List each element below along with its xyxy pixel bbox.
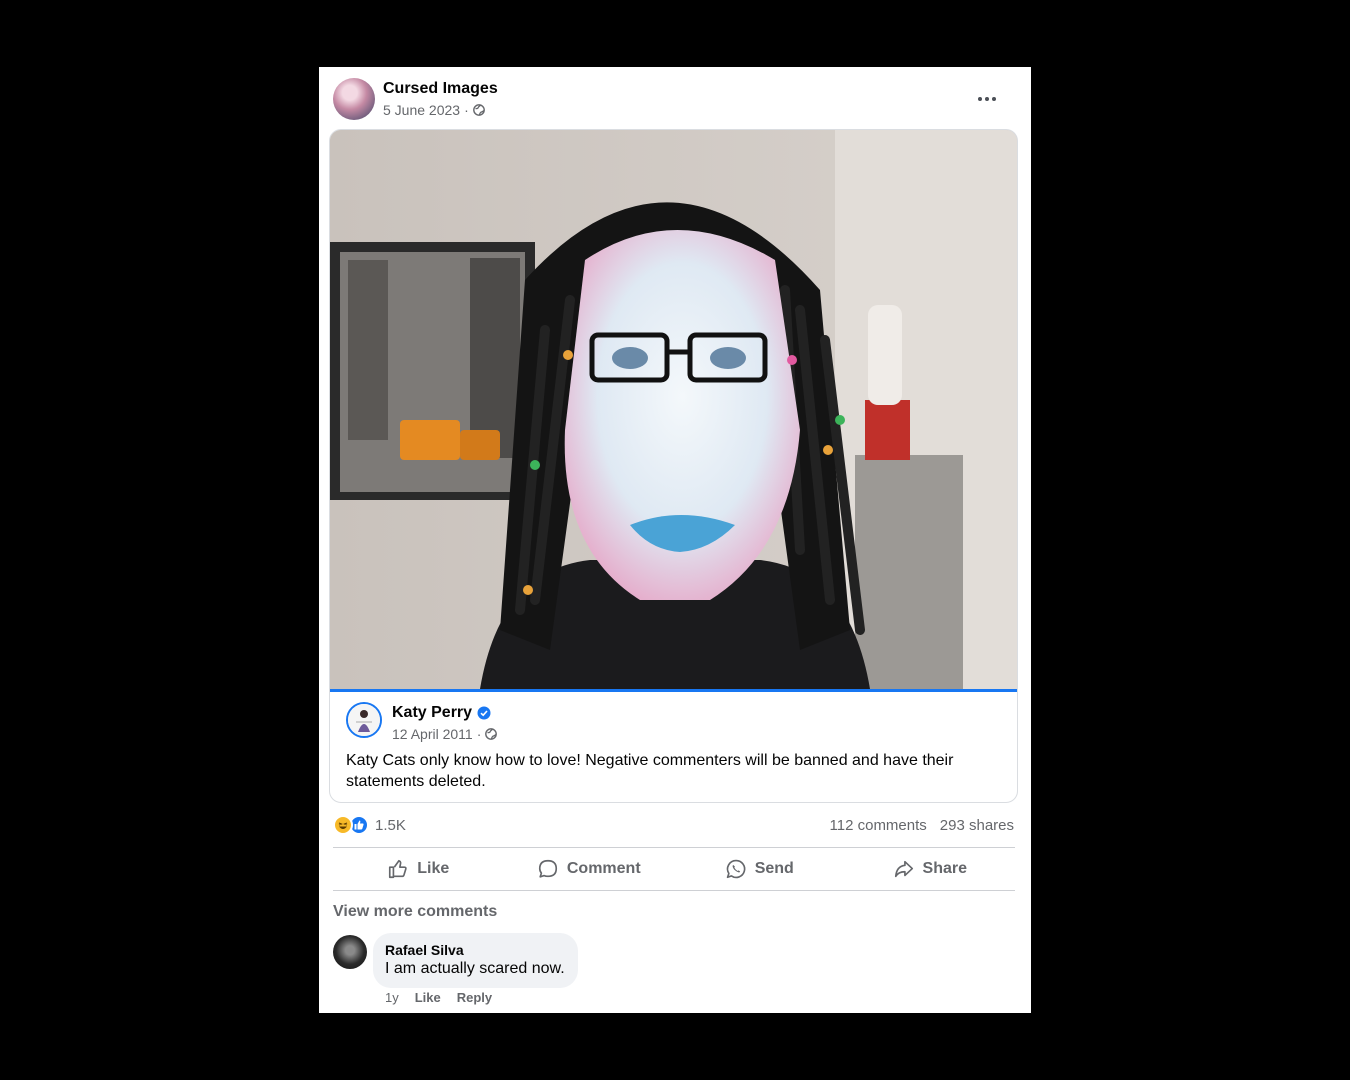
- shared-post-text: Katy Cats only know how to love! Negativ…: [346, 752, 954, 790]
- globe-icon: [485, 728, 498, 740]
- post-stats: 1.5K 112 comments 293 shares: [333, 813, 1014, 839]
- share-label: Share: [922, 860, 967, 877]
- thumbs-up-icon: [389, 859, 407, 879]
- meta-separator: ·: [476, 726, 482, 742]
- reactions-summary[interactable]: 1.5K: [333, 815, 406, 835]
- like-label: Like: [417, 860, 450, 877]
- shared-author-name-row: Katy Perry: [392, 704, 491, 722]
- comment-author[interactable]: Rafael Silva: [385, 941, 565, 959]
- comment-time[interactable]: 1y: [385, 990, 399, 1005]
- shared-post-date[interactable]: 12 April 2011: [392, 726, 473, 742]
- post-actions-bar: Like Comment Send Share: [333, 847, 1015, 891]
- globe-icon: [472, 104, 485, 116]
- send-button[interactable]: Send: [674, 848, 845, 890]
- shared-author-avatar[interactable]: [346, 702, 382, 738]
- share-icon: [894, 860, 913, 878]
- shared-photo[interactable]: [330, 130, 1017, 689]
- post-header: Cursed Images 5 June 2023 ·: [333, 78, 1017, 122]
- avatar-illustration: [348, 704, 380, 736]
- meta-separator: ·: [464, 102, 469, 118]
- verified-badge-icon: [477, 706, 491, 720]
- comment-like-button[interactable]: Like: [415, 990, 441, 1005]
- comment-item: Rafael Silva I am actually scared now. 1…: [333, 933, 1017, 1007]
- more-options-icon[interactable]: [973, 90, 1001, 108]
- like-button[interactable]: Like: [333, 848, 504, 890]
- whatsapp-icon: [726, 859, 746, 879]
- comments-count[interactable]: 112 comments: [830, 817, 927, 834]
- page-name[interactable]: Cursed Images: [383, 80, 498, 98]
- shares-count[interactable]: 293 shares: [940, 817, 1014, 834]
- link-divider: [330, 689, 1017, 692]
- share-button[interactable]: Share: [845, 848, 1016, 890]
- photo-illustration: [330, 130, 1017, 689]
- comment-label: Comment: [566, 860, 641, 877]
- comment-actions: 1y Like Reply: [385, 990, 492, 1005]
- comment-bubble: Rafael Silva I am actually scared now.: [373, 933, 578, 988]
- shared-post-header: Katy Perry 12 April 2011 ·: [346, 702, 1001, 746]
- commenter-avatar[interactable]: [333, 935, 367, 969]
- post-meta: 5 June 2023 ·: [383, 102, 485, 118]
- comment-icon: [538, 859, 557, 878]
- shared-author-name[interactable]: Katy Perry: [392, 704, 472, 722]
- haha-reaction-icon: [333, 815, 353, 835]
- stats-right: 112 comments 293 shares: [830, 817, 1014, 834]
- comment-reply-button[interactable]: Reply: [457, 990, 492, 1005]
- post-card: Cursed Images 5 June 2023 · Katy Perry 1…: [319, 67, 1031, 1013]
- post-date[interactable]: 5 June 2023: [383, 102, 460, 118]
- comment-button[interactable]: Comment: [504, 848, 675, 890]
- comment-text: I am actually scared now.: [385, 960, 565, 977]
- reaction-count: 1.5K: [375, 816, 406, 834]
- view-more-comments-link[interactable]: View more comments: [333, 903, 497, 921]
- shared-post[interactable]: Katy Perry 12 April 2011 · Katy Cats onl…: [329, 129, 1018, 803]
- send-label: Send: [754, 860, 794, 877]
- page-avatar[interactable]: [333, 78, 375, 120]
- shared-post-meta: 12 April 2011 ·: [392, 726, 498, 742]
